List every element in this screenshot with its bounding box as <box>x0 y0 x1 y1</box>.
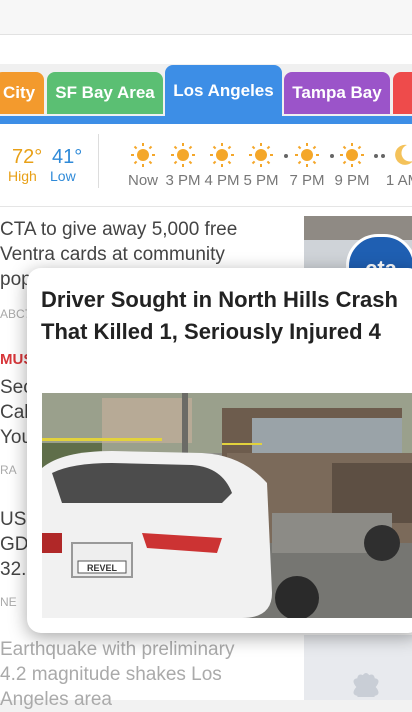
tab-los-angeles[interactable]: Los Angeles <box>165 65 282 117</box>
low-label: Low <box>50 168 76 184</box>
story-source: NE <box>0 595 17 609</box>
low-temp: 41° <box>52 146 83 168</box>
city-tabs: City SF Bay Area Los Angeles Tampa Bay <box>0 64 412 124</box>
high-label: High <box>8 168 37 184</box>
hour-label: 1 AM <box>385 172 412 189</box>
moon-icon <box>395 144 412 165</box>
crash-photo: REVEL <box>42 393 412 618</box>
sun-icon <box>340 143 364 167</box>
sun-icon <box>210 143 234 167</box>
tab-label: Tampa Bay <box>292 83 382 102</box>
story-thumbnail <box>304 635 412 700</box>
weather-divider <box>98 134 99 188</box>
tab-city[interactable]: City <box>0 72 44 114</box>
card-headline: Driver Sought in North Hills Crash That … <box>41 287 398 344</box>
top-bar <box>0 0 412 34</box>
tab-label: SF Bay Area <box>55 83 155 102</box>
crash-scene-image: REVEL <box>42 393 412 618</box>
story-headline-line: 4.2 magnitude shakes Los <box>0 664 222 685</box>
story-headline-line: Earthquake with preliminary <box>0 639 235 660</box>
story-headline-line: CTA to give away 5,000 free <box>0 219 238 240</box>
forecast-hour: 9 PM <box>326 142 378 198</box>
story-headline-line: Ventra cards at community <box>0 244 225 265</box>
peacock-logo-icon <box>353 673 379 697</box>
tab-sf-bay-area[interactable]: SF Bay Area <box>47 72 163 114</box>
tab-next-city[interactable] <box>393 72 412 114</box>
weather-strip[interactable]: 72° 41° High Low Now 3 PM 4 PM 5 PM 7 PM… <box>0 124 412 207</box>
high-temp: 72° <box>12 146 43 168</box>
tab-label: Los Angeles <box>173 81 274 100</box>
story-preview-card[interactable]: Driver Sought in North Hills Crash That … <box>27 268 412 633</box>
active-tab-underline <box>0 116 412 124</box>
tab-tampa-bay[interactable]: Tampa Bay <box>284 72 390 114</box>
tab-label: City <box>2 83 36 102</box>
sun-icon <box>171 143 195 167</box>
sun-icon <box>131 143 155 167</box>
sun-icon <box>249 143 273 167</box>
forecast-hour: 5 PM <box>235 142 287 198</box>
sun-icon <box>295 143 319 167</box>
story-source: RA <box>0 463 17 477</box>
search-bar[interactable] <box>0 34 412 66</box>
license-plate-text: REVEL <box>87 563 118 573</box>
forecast-hour: 1 AM <box>377 142 412 198</box>
